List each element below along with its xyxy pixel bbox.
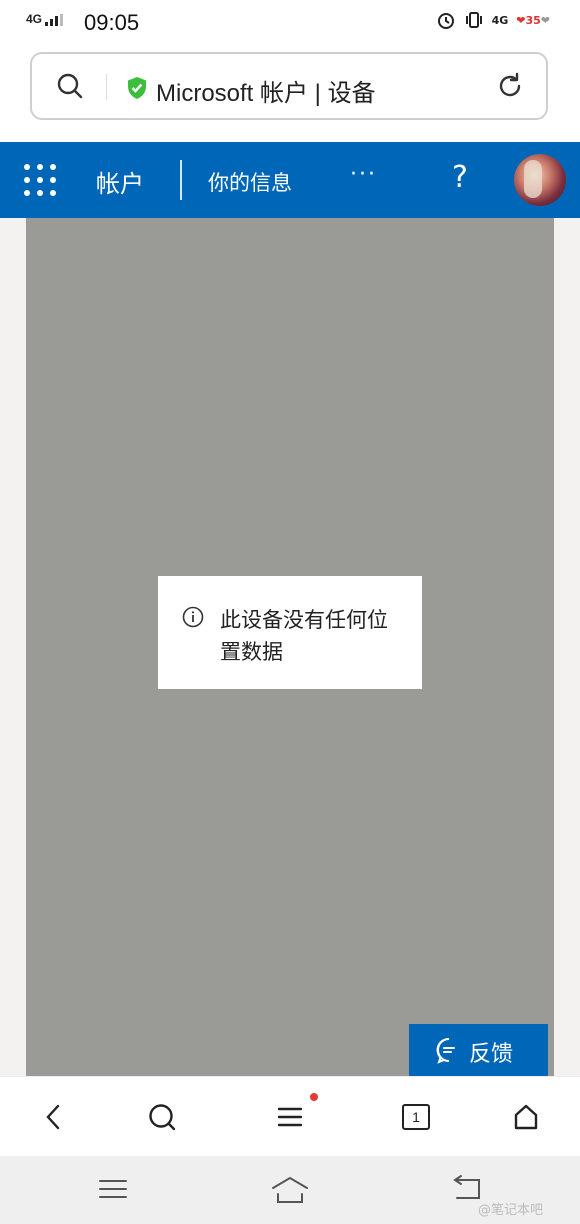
network-indicator: 4G: [26, 12, 67, 26]
address-bar[interactable]: Microsoft 帐户 | 设备: [30, 52, 548, 120]
home-icon: [514, 1104, 538, 1130]
help-button[interactable]: ?: [452, 160, 468, 195]
menu-button[interactable]: [270, 1097, 310, 1137]
home-outline-icon: [272, 1176, 308, 1203]
chevron-left-icon: [46, 1104, 60, 1130]
feedback-button[interactable]: 反馈: [409, 1024, 548, 1076]
page-title-url[interactable]: Microsoft 帐户 | 设备: [156, 73, 376, 108]
header-divider: [180, 160, 182, 200]
status-icons: 4G ❤35❤: [436, 10, 550, 30]
info-icon: [182, 606, 204, 628]
tab-count: 1: [402, 1104, 430, 1130]
signal-icon: [45, 13, 64, 26]
search-button[interactable]: [142, 1097, 182, 1137]
clock: 09:05: [84, 10, 140, 35]
no-location-message: 此设备没有任何位置数据: [158, 576, 422, 689]
no-location-text: 此设备没有任何位置数据: [220, 608, 388, 664]
home-button[interactable]: [506, 1097, 546, 1137]
network-type-2: 4G: [491, 13, 509, 27]
battery-level: 35: [525, 13, 541, 27]
nav-your-info[interactable]: 你的信息: [208, 167, 292, 197]
status-bar: 4G 09:05 4G ❤35❤: [0, 0, 580, 44]
app-launcher-icon[interactable]: [24, 164, 58, 198]
back-button[interactable]: [34, 1097, 74, 1137]
hamburger-icon: [277, 1107, 303, 1127]
tabs-button[interactable]: 1: [396, 1097, 436, 1137]
more-menu-button[interactable]: ···: [350, 162, 377, 187]
secure-shield-icon: [128, 77, 146, 99]
address-separator: [106, 74, 107, 100]
search-icon[interactable]: [56, 72, 84, 100]
browser-toolbar: 1: [0, 1076, 580, 1157]
battery-icon: ❤35❤: [516, 13, 550, 27]
menu-notification-dot: [310, 1093, 318, 1101]
search-icon: [149, 1104, 176, 1131]
feedback-label: 反馈: [469, 1041, 514, 1066]
recent-apps-button[interactable]: [98, 1174, 128, 1208]
system-home-button[interactable]: [270, 1174, 310, 1210]
nav-account[interactable]: 帐户: [96, 164, 144, 199]
recents-icon: [99, 1180, 127, 1198]
vibrate-icon: [465, 12, 482, 28]
site-header: 帐户 你的信息 ··· ?: [0, 142, 580, 218]
avatar[interactable]: [514, 154, 566, 206]
network-type: 4G: [26, 12, 43, 26]
reload-icon[interactable]: [496, 72, 524, 100]
watermark: @笔记本吧: [478, 1203, 544, 1218]
chat-bubble-icon: [436, 1037, 455, 1064]
alarm-icon: [437, 13, 454, 29]
